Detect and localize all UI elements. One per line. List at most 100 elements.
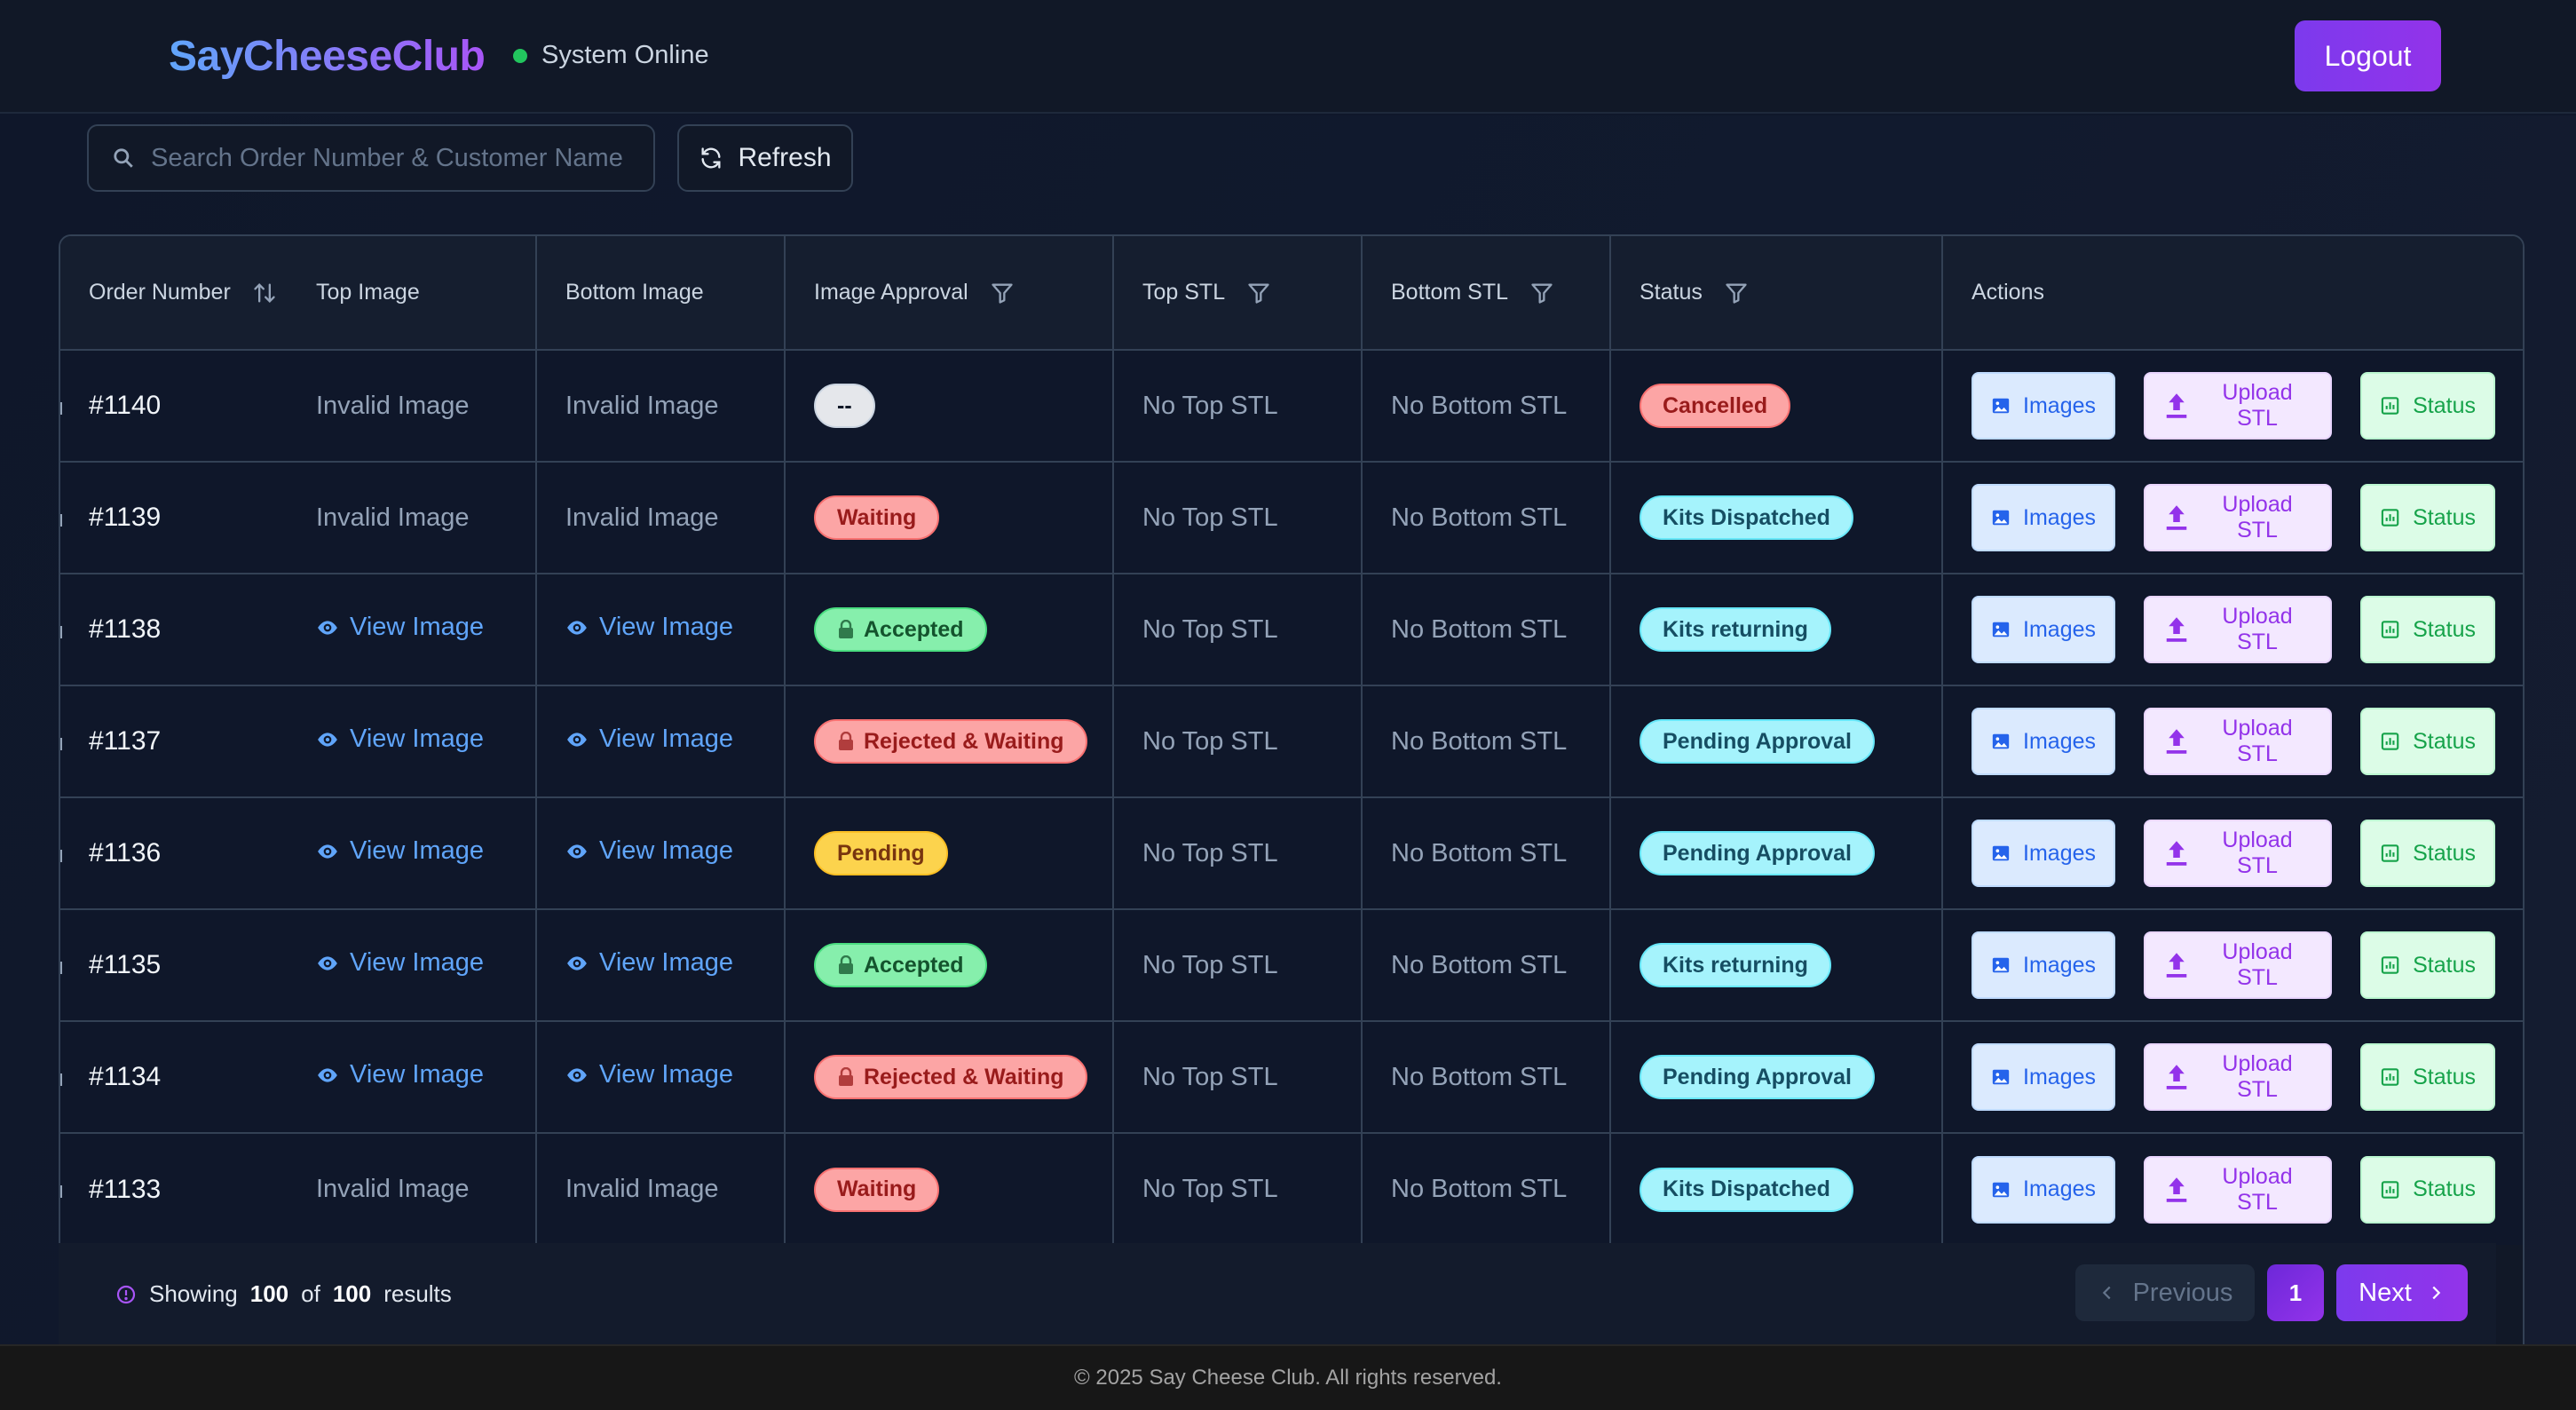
image-approval-cell: Waiting xyxy=(785,1133,1114,1245)
top-image-cell: Invalid Image xyxy=(288,350,537,463)
upload-stl-button[interactable]: Upload STL xyxy=(2144,372,2332,440)
image-approval-cell: -- xyxy=(785,350,1114,463)
images-button[interactable]: Images xyxy=(1972,596,2115,663)
top-image-cell: View Image xyxy=(288,574,537,686)
previous-button[interactable]: Previous xyxy=(2075,1264,2255,1321)
top-stl-text: No Top STL xyxy=(1142,614,1278,644)
view-image-link[interactable]: View Image xyxy=(316,1060,484,1089)
status-cell: Pending Approval xyxy=(1610,685,1943,798)
top-stl-cell: No Top STL xyxy=(1113,574,1363,686)
filter-icon[interactable] xyxy=(1246,281,1271,305)
actions-cell: Images Upload STL Status xyxy=(1942,685,2523,798)
view-image-link[interactable]: View Image xyxy=(316,836,484,866)
images-button[interactable]: Images xyxy=(1972,820,2115,887)
bottom-stl-cell: No Bottom STL xyxy=(1362,797,1611,910)
sort-icon[interactable] xyxy=(252,281,277,305)
image-approval-cell: Waiting xyxy=(785,462,1114,574)
status-button[interactable]: Status xyxy=(2360,596,2495,663)
upload-stl-button[interactable]: Upload STL xyxy=(2144,931,2332,999)
status-badge: Pending Approval xyxy=(1640,719,1875,764)
bottom-stl-cell: No Bottom STL xyxy=(1362,350,1611,463)
view-image-link[interactable]: View Image xyxy=(565,725,733,754)
bottom-image-cell: Invalid Image xyxy=(536,462,786,574)
bottom-stl-text: No Bottom STL xyxy=(1391,726,1568,756)
images-button[interactable]: Images xyxy=(1972,1043,2115,1111)
bottom-image-cell: View Image xyxy=(536,797,786,910)
view-image-link[interactable]: View Image xyxy=(316,948,484,978)
view-image-link[interactable]: View Image xyxy=(565,613,733,642)
status-badge: Cancelled xyxy=(1640,384,1791,428)
filter-icon[interactable] xyxy=(1724,281,1749,305)
refresh-icon xyxy=(701,147,721,169)
actions-cell: Images Upload STL Status xyxy=(1942,909,2523,1022)
image-icon xyxy=(1992,845,2010,861)
upload-stl-button[interactable]: Upload STL xyxy=(2144,708,2332,775)
status-cell: Kits Dispatched xyxy=(1610,462,1943,574)
eye-icon xyxy=(567,844,587,859)
bottom-stl-cell: No Bottom STL xyxy=(1362,462,1611,574)
order-number: #1136 xyxy=(89,838,162,867)
images-button[interactable]: Images xyxy=(1972,484,2115,551)
upload-stl-button[interactable]: Upload STL xyxy=(2144,820,2332,887)
top-stl-text: No Top STL xyxy=(1142,391,1278,420)
search-input[interactable] xyxy=(151,143,630,173)
upload-icon xyxy=(2166,953,2187,978)
upload-stl-button[interactable]: Upload STL xyxy=(2144,1043,2332,1111)
app-logo[interactable]: SayCheeseClub xyxy=(169,32,486,81)
upload-stl-button[interactable]: Upload STL xyxy=(2144,1155,2332,1224)
upload-icon xyxy=(2166,841,2187,866)
view-image-link[interactable]: View Image xyxy=(565,1060,733,1089)
top-image-cell: View Image xyxy=(288,1021,537,1134)
upload-stl-button[interactable]: Upload STL xyxy=(2144,596,2332,663)
images-button[interactable]: Images xyxy=(1972,372,2115,440)
order-number-cell: #1134 xyxy=(60,1021,288,1134)
status-button[interactable]: Status xyxy=(2360,820,2495,887)
page-button-1[interactable]: 1 xyxy=(2267,1264,2324,1321)
lock-icon xyxy=(839,1067,853,1086)
col-actions: Actions xyxy=(1942,236,2523,351)
status-button[interactable]: Status xyxy=(2360,1043,2495,1111)
image-approval-cell: Accepted xyxy=(785,574,1114,686)
online-dot-icon xyxy=(513,48,527,63)
table-row: #1133 Invalid Image Invalid Image Waiting No… xyxy=(60,1133,2523,1245)
view-image-link[interactable]: View Image xyxy=(316,613,484,642)
col-order-number[interactable]: Order Number xyxy=(60,236,288,351)
invalid-image-text: Invalid Image xyxy=(316,503,470,532)
status-badge: Pending Approval xyxy=(1640,1055,1875,1099)
bottom-stl-cell: No Bottom STL xyxy=(1362,1133,1611,1245)
logout-button[interactable]: Logout xyxy=(2295,20,2441,91)
bottom-stl-text: No Bottom STL xyxy=(1391,614,1568,644)
orders-table: Order Number Top Image Bottom Image Imag… xyxy=(59,234,2525,1360)
actions-cell: Images Upload STL Status xyxy=(1942,574,2523,686)
status-button[interactable]: Status xyxy=(2360,372,2495,440)
images-button[interactable]: Images xyxy=(1972,708,2115,775)
top-stl-text: No Top STL xyxy=(1142,838,1278,867)
col-status: Status xyxy=(1610,236,1943,351)
search-box[interactable] xyxy=(87,124,655,192)
bottom-image-cell: View Image xyxy=(536,909,786,1022)
filter-icon[interactable] xyxy=(1529,281,1554,305)
lock-icon xyxy=(839,955,853,974)
table-row: #1135 View Image View Image Accepted No Top … xyxy=(60,909,2523,1022)
images-button[interactable]: Images xyxy=(1972,931,2115,999)
view-image-link[interactable]: View Image xyxy=(316,725,484,754)
status-button[interactable]: Status xyxy=(2360,484,2495,551)
images-button[interactable]: Images xyxy=(1972,1155,2115,1224)
eye-icon xyxy=(567,733,587,747)
order-number-cell: #1139 xyxy=(60,462,288,574)
status-button[interactable]: Status xyxy=(2360,1155,2495,1224)
status-button[interactable]: Status xyxy=(2360,931,2495,999)
refresh-button[interactable]: Refresh xyxy=(677,124,853,192)
order-number-cell: #1138 xyxy=(60,574,288,686)
status-button[interactable]: Status xyxy=(2360,708,2495,775)
view-image-link[interactable]: View Image xyxy=(565,836,733,866)
order-number: #1135 xyxy=(89,950,162,979)
chart-icon xyxy=(2381,509,2399,527)
top-image-cell: View Image xyxy=(288,909,537,1022)
upload-stl-button[interactable]: Upload STL xyxy=(2144,484,2332,551)
next-button[interactable]: Next xyxy=(2336,1264,2468,1321)
actions-cell: Images Upload STL Status xyxy=(1942,797,2523,910)
filter-icon[interactable] xyxy=(990,281,1015,305)
info-icon xyxy=(116,1285,136,1303)
view-image-link[interactable]: View Image xyxy=(565,948,733,978)
